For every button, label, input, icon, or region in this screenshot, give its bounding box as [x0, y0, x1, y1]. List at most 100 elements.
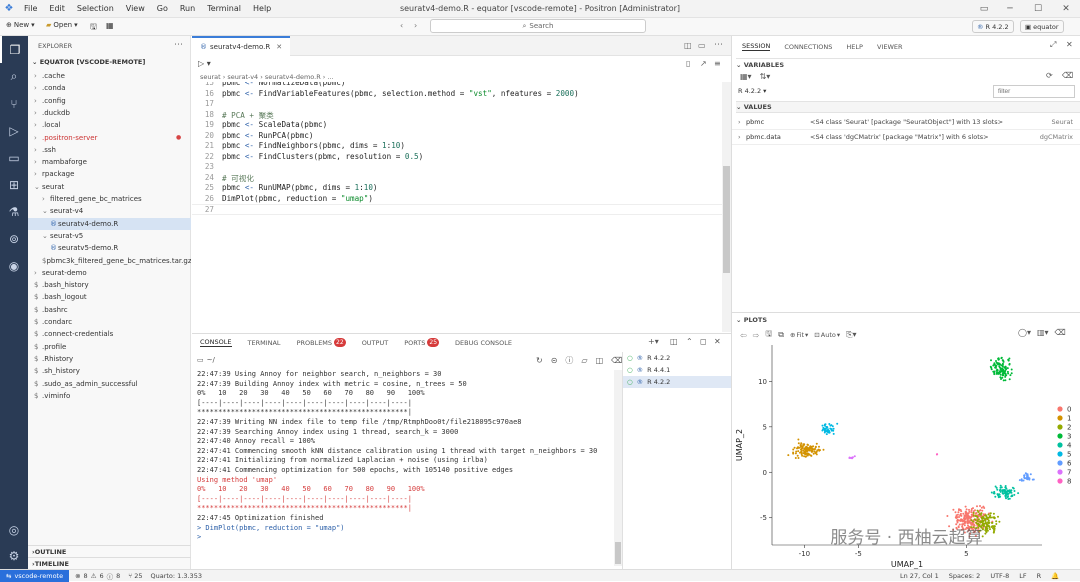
auto-selector[interactable]: ⊡ Auto ▾: [814, 331, 840, 339]
tree-item[interactable]: ⌄ seurat-v5: [28, 230, 191, 242]
tree-item[interactable]: $ .Rhistory: [28, 353, 191, 365]
clear-variables-icon[interactable]: ⌫: [1062, 71, 1073, 80]
editor-tab-seuratv4[interactable]: ® seuratv4-demo.R ✕: [192, 36, 291, 56]
clear-console-icon[interactable]: ⌫: [611, 356, 622, 365]
fit-selector[interactable]: ⊕ Fit ▾: [790, 331, 808, 339]
grid-view-icon[interactable]: ▦▾: [740, 72, 752, 81]
tree-item[interactable]: $ .viminfo: [28, 390, 191, 402]
maximize-icon[interactable]: ⤢: [1050, 40, 1056, 50]
tree-item[interactable]: › .ssh: [28, 144, 191, 156]
layout-icon[interactable]: ◫: [596, 356, 604, 365]
clear-plots-icon[interactable]: ⌫: [1055, 328, 1066, 337]
close-tab-icon[interactable]: ✕: [276, 43, 282, 51]
end-of-line[interactable]: LF: [1019, 572, 1026, 580]
account-icon[interactable]: ◎: [0, 516, 28, 543]
menu-edit[interactable]: Edit: [43, 4, 71, 13]
panel-tab-debug-console[interactable]: DEBUG CONSOLE: [455, 339, 512, 347]
breadcrumb-item[interactable]: seurat: [200, 73, 221, 81]
notifications-icon[interactable]: 🔔: [1051, 572, 1059, 580]
tree-item[interactable]: $ .sh_history: [28, 365, 191, 377]
tree-item[interactable]: ® seuratv5-demo.R: [28, 242, 191, 254]
panel-tab-problems[interactable]: PROBLEMS 22: [297, 338, 346, 347]
menu-terminal[interactable]: Terminal: [201, 4, 247, 13]
panel-tab-console[interactable]: CONSOLE: [200, 338, 232, 347]
split-console-icon[interactable]: ◫: [670, 337, 678, 346]
next-plot-icon[interactable]: ⇨: [753, 331, 760, 340]
console-scrollbar[interactable]: [614, 370, 622, 566]
remote-explorer-icon[interactable]: ▭: [0, 144, 28, 171]
menu-run[interactable]: Run: [174, 4, 201, 13]
split-editor-icon[interactable]: ◫: [684, 41, 692, 50]
save-icon[interactable]: 🖫: [90, 21, 97, 35]
ports-indicator[interactable]: ⑂ 25: [120, 572, 142, 580]
tree-item[interactable]: › seurat-demo: [28, 267, 191, 279]
restart-icon[interactable]: ↻: [536, 356, 543, 365]
testing-icon[interactable]: ⚗: [0, 198, 28, 225]
close-panel-icon[interactable]: ✕: [714, 337, 721, 346]
r-session-selector[interactable]: R 4.2.2 ▾: [738, 87, 766, 95]
session-tab-session[interactable]: SESSION: [742, 42, 771, 51]
menu-view[interactable]: View: [120, 4, 151, 13]
search-icon[interactable]: ⌕: [0, 63, 28, 90]
layout-icon[interactable]: ▥▾: [1037, 328, 1049, 337]
quarto-version[interactable]: Quarto: 1.3.353: [142, 572, 201, 580]
tree-item[interactable]: ⌄ seurat: [28, 181, 191, 193]
more-actions-icon[interactable]: ⋯: [714, 40, 723, 50]
tree-item[interactable]: $ .sudo_as_admin_successful: [28, 378, 191, 390]
menu-help[interactable]: Help: [247, 4, 277, 13]
source-control-icon[interactable]: ⑂: [0, 90, 28, 117]
maximize-panel-icon[interactable]: ◻: [700, 337, 707, 346]
theme-icon[interactable]: ◯▾: [1018, 328, 1031, 337]
tree-item[interactable]: › .local: [28, 119, 191, 131]
session-tab-viewer[interactable]: VIEWER: [877, 43, 903, 51]
menu-go[interactable]: Go: [151, 4, 174, 13]
breadcrumb-item[interactable]: ...: [327, 73, 333, 81]
values-section[interactable]: ⌄ VALUES: [736, 101, 1080, 113]
r-version-selector[interactable]: ® R 4.2.2: [972, 20, 1014, 33]
tree-item[interactable]: › .config: [28, 95, 191, 107]
chevron-up-icon[interactable]: ⌃: [686, 337, 693, 346]
run-icon[interactable]: ▷ ▾: [198, 59, 211, 68]
tree-item[interactable]: $ .bash_history: [28, 279, 191, 291]
tree-item[interactable]: $ .connect-credentials: [28, 328, 191, 340]
maximize-button[interactable]: ☐: [1024, 0, 1052, 18]
tree-item[interactable]: › filtered_gene_bc_matrices: [28, 193, 191, 205]
outline-toggle-icon[interactable]: ≡: [714, 59, 721, 68]
cursor-position[interactable]: Ln 27, Col 1: [900, 572, 939, 580]
new-button[interactable]: ⊕ New ▾: [6, 21, 35, 29]
menu-selection[interactable]: Selection: [71, 4, 120, 13]
panel-tab-ports[interactable]: PORTS 25: [404, 338, 440, 347]
variable-row[interactable]: › pbmc <S4 class 'Seurat' [package "Seurat…: [732, 115, 1080, 130]
tree-item[interactable]: ⌄ seurat-v4: [28, 205, 191, 217]
back-icon[interactable]: ‹: [400, 21, 403, 30]
minimize-button[interactable]: ─: [996, 0, 1024, 18]
connections-icon[interactable]: ⊚: [0, 225, 28, 252]
refresh-icon[interactable]: ⟳: [1046, 71, 1053, 80]
layout-icon[interactable]: ▭: [970, 0, 998, 18]
remote-indicator[interactable]: ⇆ vscode-remote: [0, 569, 70, 582]
console-output[interactable]: 22:47:39 Using Annoy for neighbor search…: [192, 370, 612, 566]
tree-item[interactable]: › .cache: [28, 70, 191, 82]
settings-gear-icon[interactable]: ⚙: [0, 542, 28, 569]
tree-item[interactable]: › rpackage: [28, 168, 191, 180]
toggle-panel-icon[interactable]: ▭: [698, 41, 706, 50]
tree-item[interactable]: $ .condarc: [28, 316, 191, 328]
panel-tab-terminal[interactable]: TERMINAL: [248, 339, 281, 347]
run-debug-icon[interactable]: ▷: [0, 117, 28, 144]
breadcrumb-item[interactable]: seurat-v4: [227, 73, 258, 81]
close-pane-icon[interactable]: ✕: [1066, 40, 1073, 49]
outline-section[interactable]: › OUTLINE: [28, 545, 191, 557]
problems-indicator[interactable]: ⊗ 8 ⚠ 6 ⓘ 8: [69, 571, 120, 581]
code-view[interactable]: 15 pbmc <- NormalizeData(pbmc) 16 pbmc <- F…: [192, 82, 722, 332]
preview-icon[interactable]: ▯: [686, 59, 690, 68]
tree-item[interactable]: › .conda: [28, 82, 191, 94]
clipboard-icon[interactable]: ⎘▾: [846, 330, 856, 340]
encoding[interactable]: UTF-8: [990, 572, 1009, 580]
interrupt-icon[interactable]: ⊝: [551, 356, 558, 365]
workspace-root[interactable]: ⌄ EQUATOR [VSCODE-REMOTE]: [32, 58, 145, 66]
plots-section[interactable]: ⌄ PLOTS: [736, 315, 767, 325]
console-session-item[interactable]: ○ ® R 4.2.2: [623, 376, 731, 388]
timeline-section[interactable]: › TIMELINE: [28, 557, 191, 569]
open-folder-icon[interactable]: ▱: [581, 356, 587, 365]
menu-file[interactable]: File: [18, 4, 43, 13]
